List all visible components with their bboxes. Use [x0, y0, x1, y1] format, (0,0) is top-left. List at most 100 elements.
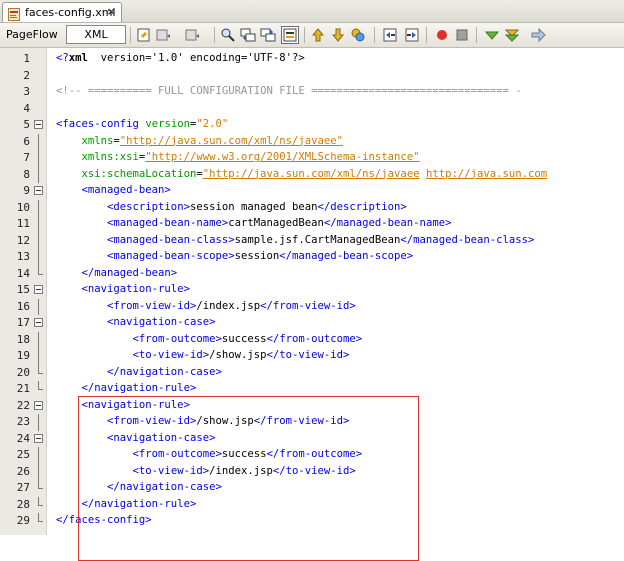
shift-left-icon[interactable]: [382, 27, 398, 43]
line-number: 23: [16, 415, 30, 428]
line-number: 20: [16, 365, 30, 379]
code-token: <from-view-id>: [107, 415, 197, 427]
code-line[interactable]: 18 <from-outcome>success</from-outcome>: [0, 331, 624, 348]
fold-toggle-icon[interactable]: [34, 433, 43, 443]
line-number: 8: [23, 167, 30, 181]
find-next-icon[interactable]: [260, 27, 276, 43]
xml-editor[interactable]: 1 <?xml version='1.0' encoding='UTF-8'?> 2…: [0, 48, 624, 561]
code-line[interactable]: 15 <navigation-rule>: [0, 282, 624, 299]
code-line[interactable]: 22 <navigation-rule>: [0, 398, 624, 415]
code-text: </navigation-case>: [56, 481, 222, 493]
code-line[interactable]: 29 </faces-config>: [0, 513, 624, 530]
fold-toggle-icon[interactable]: [34, 120, 43, 129]
xml-view-button[interactable]: XML: [66, 25, 126, 44]
fold-toggle-icon[interactable]: [34, 186, 43, 195]
start-macro-icon[interactable]: [434, 27, 450, 43]
code-line[interactable]: 7 xmlns:xsi="http://www.w3.org/2001/XMLS…: [0, 150, 624, 167]
code-line[interactable]: 27 </navigation-case>: [0, 480, 624, 497]
code-token: <to-view-id>: [132, 349, 210, 361]
xsl-transform-icon[interactable]: [530, 27, 546, 43]
fold-toggle-icon[interactable]: [34, 285, 43, 294]
forward-icon[interactable]: [184, 27, 200, 43]
close-icon[interactable]: ×: [107, 5, 116, 19]
code-text: </navigation-rule>: [56, 497, 197, 510]
find-previous-icon[interactable]: [240, 27, 256, 43]
code-line[interactable]: 19 <to-view-id>/show.jsp</to-view-id>: [0, 348, 624, 365]
code-line[interactable]: 26 <to-view-id>/index.jsp</to-view-id>: [0, 463, 624, 480]
code-line[interactable]: 8 xsi:schemaLocation="http://java.sun.co…: [0, 166, 624, 183]
fold-guide: [38, 166, 39, 183]
code-line[interactable]: 14 </managed-bean>: [0, 265, 624, 283]
code-token: </from-outcome>: [266, 448, 363, 460]
code-text: <navigation-case>: [56, 432, 215, 444]
code-line[interactable]: 2: [0, 68, 624, 85]
code-line[interactable]: 6 xmlns="http://java.sun.com/xml/ns/java…: [0, 133, 624, 150]
code-token: <navigation-case>: [107, 316, 216, 328]
code-line[interactable]: 1 <?xml version='1.0' encoding='UTF-8'?>: [0, 51, 624, 68]
toggle-highlight-icon[interactable]: [281, 26, 299, 44]
toggle-bookmark-icon[interactable]: [350, 27, 366, 43]
line-number: 13: [16, 250, 30, 263]
code-token: </to-view-id>: [266, 349, 350, 361]
line-number: 19: [16, 349, 30, 362]
code-token: version: [145, 118, 190, 130]
code-line[interactable]: 9 <managed-bean>: [0, 183, 624, 200]
code-line[interactable]: 5 <faces-config version="2.0": [0, 117, 624, 134]
fold-guide: [38, 348, 39, 365]
last-edit-icon[interactable]: [136, 27, 152, 43]
code-token: </navigation-rule>: [81, 497, 197, 510]
code-text: <navigation-rule>: [56, 399, 190, 411]
toolbar-separator: [374, 27, 375, 43]
fold-end-guide: [38, 381, 43, 390]
fold-guide: [38, 298, 39, 315]
code-line[interactable]: 25 <from-outcome>success</from-outcome>: [0, 447, 624, 464]
code-line[interactable]: 10 <description>session managed bean</de…: [0, 199, 624, 216]
code-text: xmlns:xsi="http://www.w3.org/2001/XMLSch…: [56, 151, 420, 163]
find-selection-icon[interactable]: [220, 27, 236, 43]
tab-faces-config[interactable]: faces-config.xml ×: [2, 2, 122, 22]
next-bookmark-icon[interactable]: [330, 27, 346, 43]
code-line[interactable]: 21 </navigation-rule>: [0, 381, 624, 398]
back-icon[interactable]: [155, 27, 171, 43]
line-number: 9: [23, 184, 30, 197]
check-xml-icon[interactable]: [484, 27, 500, 43]
validate-xml-icon[interactable]: [504, 27, 520, 43]
code-line[interactable]: 11 <managed-bean-name>cartManagedBean</m…: [0, 216, 624, 233]
code-line[interactable]: 20 </navigation-case>: [0, 364, 624, 382]
code-text: <description>session managed bean</descr…: [56, 201, 407, 213]
code-line[interactable]: 4: [0, 101, 624, 118]
code-line[interactable]: 24 <navigation-case>: [0, 431, 624, 448]
code-token: <from-view-id>: [107, 299, 197, 312]
shift-right-icon[interactable]: [404, 27, 420, 43]
code-line[interactable]: 3 <!-- ========== FULL CONFIGURATION FILE…: [0, 84, 624, 101]
code-line[interactable]: 12 <managed-bean-class>sample.jsf.CartMa…: [0, 232, 624, 249]
code-text: xmlns="http://java.sun.com/xml/ns/javaee…: [56, 135, 344, 147]
code-token: <description>: [107, 200, 190, 213]
tab-title: faces-config.xml: [25, 6, 116, 19]
code-text: <from-outcome>success</from-outcome>: [56, 448, 363, 460]
code-token: success: [221, 448, 267, 460]
line-number: 10: [16, 200, 30, 214]
code-line[interactable]: 16 <from-view-id>/index.jsp</from-view-i…: [0, 298, 624, 315]
code-text: <managed-bean-name>cartManagedBean</mana…: [56, 217, 451, 229]
code-text: xsi:schemaLocation="http://java.sun.com/…: [56, 168, 548, 180]
code-line[interactable]: 28 </navigation-rule>: [0, 496, 624, 514]
code-line[interactable]: 17 <navigation-case>: [0, 315, 624, 332]
pageflow-view-button[interactable]: PageFlow: [6, 28, 58, 41]
stop-macro-icon[interactable]: [454, 27, 470, 43]
fold-toggle-icon[interactable]: [34, 400, 43, 410]
code-line[interactable]: 23 <from-view-id>/show.jsp</from-view-id…: [0, 414, 624, 431]
code-token: <managed-bean-scope>: [107, 250, 235, 262]
previous-bookmark-icon[interactable]: [310, 27, 326, 43]
code-token: </from-outcome>: [266, 332, 363, 345]
line-number: 3: [23, 85, 30, 98]
code-line[interactable]: 13 <managed-bean-scope>session</managed-…: [0, 249, 624, 266]
fold-toggle-icon[interactable]: [34, 318, 43, 327]
